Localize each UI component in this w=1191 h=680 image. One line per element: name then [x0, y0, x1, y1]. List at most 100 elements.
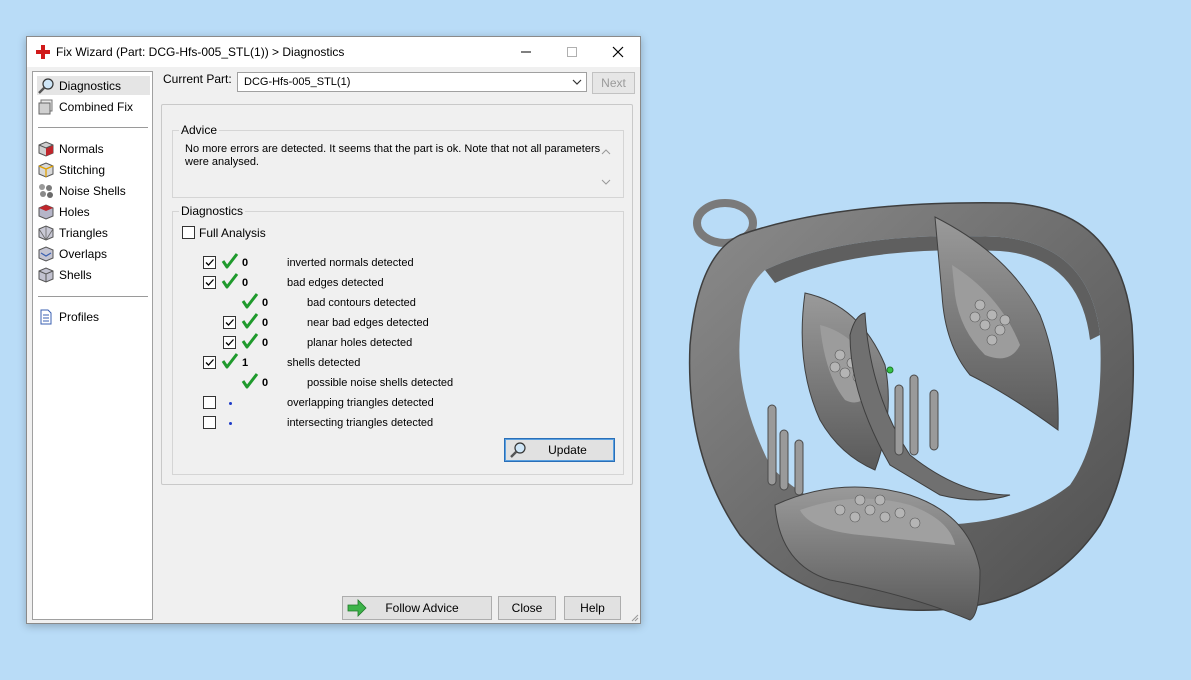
- diagnostics-title: Diagnostics: [179, 204, 246, 218]
- sidebar-item-combined-fix[interactable]: Combined Fix: [37, 97, 150, 116]
- overlaps-cube-icon: [38, 245, 54, 262]
- green-arrow-icon: [347, 599, 367, 617]
- triangles-cube-icon: [38, 224, 54, 241]
- current-part-value: DCG-Hfs-005_STL(1): [244, 76, 351, 88]
- overlapping-triangles-label: overlapping triangles detected: [287, 397, 434, 409]
- full-analysis-checkbox[interactable]: [182, 226, 195, 239]
- scroll-up-icon[interactable]: [601, 147, 611, 157]
- bad-edges-checkbox[interactable]: [203, 276, 216, 289]
- sidebar-item-label: Triangles: [59, 225, 108, 240]
- green-check-icon: [241, 293, 259, 309]
- sidebar-item-label: Profiles: [59, 309, 100, 324]
- sidebar-item-holes[interactable]: Holes: [37, 202, 150, 221]
- 3d-pendant-model[interactable]: [680, 195, 1140, 625]
- next-button[interactable]: Next: [592, 72, 635, 94]
- overlapping-triangles-checkbox[interactable]: [203, 396, 216, 409]
- sidebar-item-label: Shells: [59, 267, 92, 282]
- advice-group: Advice No more errors are detected. It s…: [172, 123, 624, 198]
- bad-edges-count: 0: [242, 277, 249, 289]
- green-check-icon: [221, 273, 239, 289]
- sidebar-separator: [38, 296, 148, 297]
- shells-checkbox[interactable]: [203, 356, 216, 369]
- magnifier-icon: [38, 77, 54, 94]
- combined-fix-icon: [38, 99, 53, 114]
- sidebar-item-label: Holes: [59, 204, 90, 219]
- minimize-button[interactable]: [503, 37, 549, 67]
- sidebar-item-label: Noise Shells: [59, 183, 126, 198]
- checkmark-icon: [205, 259, 214, 266]
- full-analysis-label: Full Analysis: [199, 226, 266, 240]
- chevron-down-icon: [572, 79, 582, 85]
- bad-edges-label: bad edges detected: [287, 277, 384, 289]
- help-button[interactable]: Help: [564, 596, 621, 620]
- sidebar-item-stitching[interactable]: Stitching: [37, 160, 150, 179]
- magnifier-icon: [510, 442, 526, 458]
- bad-contours-label: bad contours detected: [307, 297, 416, 309]
- sidebar-item-label: Overlaps: [59, 246, 108, 261]
- green-check-icon: [241, 313, 259, 329]
- diagnostics-panel: Advice No more errors are detected. It s…: [161, 104, 633, 485]
- green-check-icon: [221, 353, 239, 369]
- window-title: Fix Wizard (Part: DCG-Hfs-005_STL(1)) > …: [56, 45, 345, 59]
- near-bad-edges-label: near bad edges detected: [307, 317, 429, 329]
- inverted-normals-label: inverted normals detected: [287, 257, 414, 269]
- sidebar-item-label: Normals: [59, 141, 104, 156]
- scroll-down-icon[interactable]: [601, 177, 611, 187]
- follow-advice-button[interactable]: Follow Advice: [342, 596, 492, 620]
- near-bad-edges-checkbox[interactable]: [223, 316, 236, 329]
- update-button[interactable]: Update: [504, 438, 615, 462]
- shells-cube-icon: [38, 266, 54, 283]
- resize-grip-icon[interactable]: [629, 612, 639, 622]
- stitching-cube-icon: [38, 161, 54, 178]
- bad-contours-count: 0: [262, 297, 269, 309]
- follow-advice-label: Follow Advice: [385, 601, 459, 615]
- inverted-normals-checkbox[interactable]: [203, 256, 216, 269]
- profiles-doc-icon: [40, 309, 52, 324]
- sidebar-item-label: Diagnostics: [59, 78, 122, 93]
- intersecting-triangles-label: intersecting triangles detected: [287, 417, 434, 429]
- maximize-icon: [567, 47, 577, 57]
- diagnostics-group: Diagnostics Full Analysis 0 inverted nor…: [172, 204, 624, 475]
- sidebar-item-noise-shells[interactable]: Noise Shells: [37, 181, 150, 200]
- normals-cube-icon: [38, 140, 54, 157]
- checkmark-icon: [205, 279, 214, 286]
- close-button[interactable]: Close: [498, 596, 556, 620]
- intersecting-triangles-checkbox[interactable]: [203, 416, 216, 429]
- near-bad-edges-count: 0: [262, 317, 269, 329]
- fix-wizard-window: Fix Wizard (Part: DCG-Hfs-005_STL(1)) > …: [26, 36, 641, 624]
- current-part-label: Current Part:: [163, 72, 232, 86]
- planar-holes-label: planar holes detected: [307, 337, 413, 349]
- holes-cube-icon: [38, 203, 54, 220]
- shells-label: shells detected: [287, 357, 361, 369]
- minimize-icon: [521, 51, 531, 53]
- green-check-icon: [221, 253, 239, 269]
- not-analysed-dot: [229, 422, 232, 425]
- sidebar-item-profiles[interactable]: Profiles: [37, 307, 150, 326]
- not-analysed-dot: [229, 402, 232, 405]
- advice-title: Advice: [179, 123, 220, 137]
- close-window-button[interactable]: [595, 37, 641, 67]
- sidebar-item-label: Stitching: [59, 162, 106, 177]
- sidebar-item-overlaps[interactable]: Overlaps: [37, 244, 150, 263]
- checkmark-icon: [225, 319, 234, 326]
- wizard-sidebar: Diagnostics Combined Fix Normals Stitchi…: [32, 71, 153, 620]
- noise-shells-icon: [39, 183, 53, 198]
- noise-shells-count: 0: [262, 377, 269, 389]
- current-part-select[interactable]: DCG-Hfs-005_STL(1): [237, 72, 587, 92]
- checkmark-icon: [205, 359, 214, 366]
- sidebar-separator: [38, 127, 148, 128]
- sidebar-item-triangles[interactable]: Triangles: [37, 223, 150, 242]
- red-cross-app-icon: [36, 45, 50, 59]
- sidebar-item-normals[interactable]: Normals: [37, 139, 150, 158]
- green-check-icon: [241, 333, 259, 349]
- checkmark-icon: [225, 339, 234, 346]
- maximize-button[interactable]: [549, 37, 595, 67]
- sidebar-item-diagnostics[interactable]: Diagnostics: [37, 76, 150, 95]
- sidebar-item-shells[interactable]: Shells: [37, 265, 150, 284]
- green-check-icon: [241, 373, 259, 389]
- planar-holes-checkbox[interactable]: [223, 336, 236, 349]
- inverted-normals-count: 0: [242, 257, 249, 269]
- close-icon: [612, 46, 624, 58]
- update-label: Update: [548, 443, 587, 457]
- title-bar[interactable]: Fix Wizard (Part: DCG-Hfs-005_STL(1)) > …: [27, 37, 640, 67]
